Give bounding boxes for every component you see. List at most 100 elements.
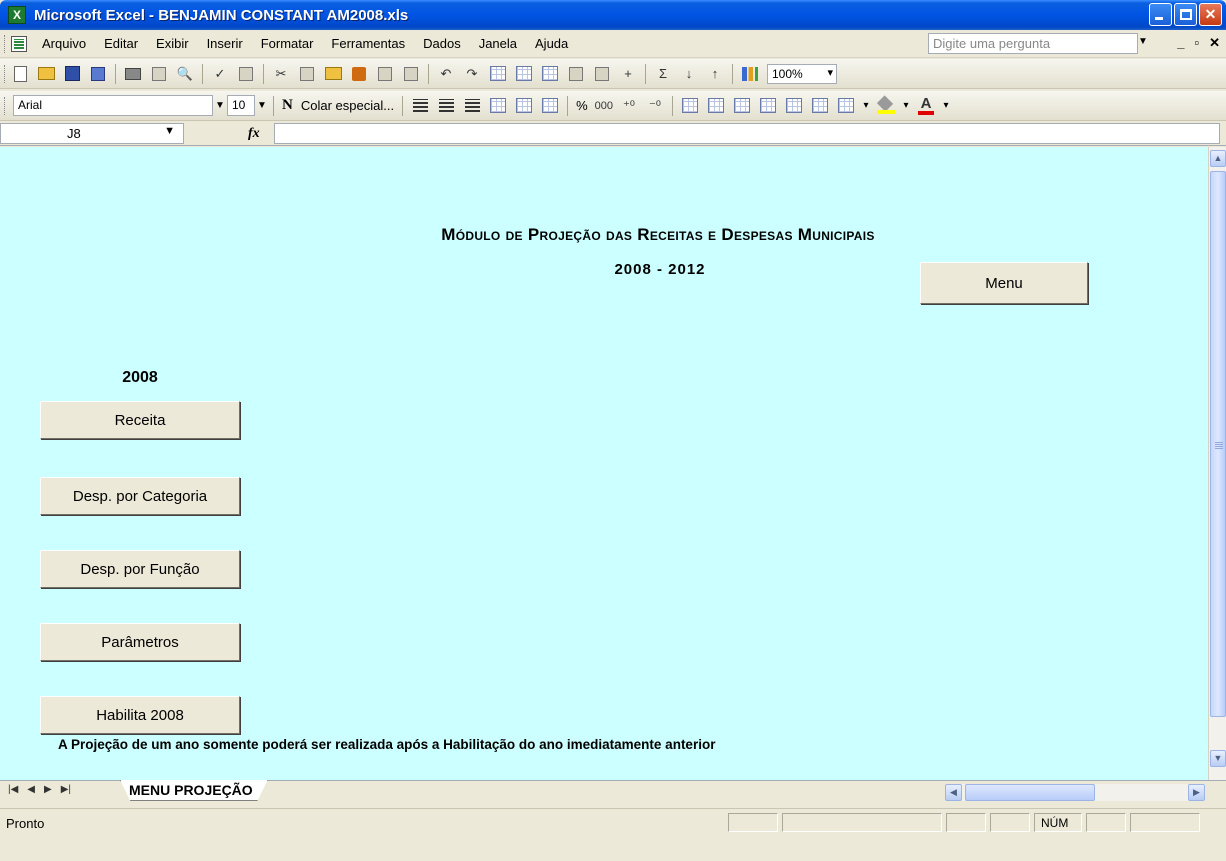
next-sheet-icon[interactable]: ▶: [44, 784, 52, 795]
chevron-down-icon[interactable]: ▾: [939, 95, 953, 116]
name-box[interactable]: J8 ▼: [0, 123, 184, 144]
merge-center-button[interactable]: [514, 96, 534, 116]
help-question-input[interactable]: Digite uma pergunta: [928, 33, 1138, 54]
despesa-funcao-button[interactable]: Desp. por Função: [40, 550, 240, 588]
undo-button[interactable]: ↶: [436, 64, 456, 84]
paste-values-button[interactable]: [375, 64, 395, 84]
doc-close-icon[interactable]: ✕: [1209, 35, 1220, 51]
insert-function-icon[interactable]: fx: [248, 126, 260, 142]
align-right-button[interactable]: [462, 96, 482, 116]
menu-formatar[interactable]: Formatar: [252, 36, 323, 51]
new-button[interactable]: [10, 64, 30, 84]
scroll-up-button[interactable]: ▲: [1210, 150, 1226, 167]
align-center-button[interactable]: [436, 96, 456, 116]
tab-menu-projecao[interactable]: MENU PROJEÇÃO: [120, 780, 268, 801]
format-painter-button[interactable]: [349, 64, 369, 84]
percent-style-button[interactable]: %: [572, 98, 592, 113]
receita-button[interactable]: Receita: [40, 401, 240, 439]
border-button-6[interactable]: [810, 96, 830, 116]
maximize-button[interactable]: [1174, 3, 1197, 26]
chevron-down-icon[interactable]: ▾: [899, 95, 913, 116]
comma-style-button[interactable]: 000: [592, 100, 616, 112]
paste-button[interactable]: [323, 64, 343, 84]
redo-button[interactable]: ↷: [462, 64, 482, 84]
bold-button[interactable]: N: [278, 97, 297, 114]
scroll-thumb[interactable]: [1210, 171, 1226, 717]
sort-descending-button[interactable]: ↑: [705, 64, 725, 84]
calculator-button[interactable]: [592, 64, 612, 84]
zoom-select[interactable]: 100%: [767, 63, 837, 84]
first-sheet-icon[interactable]: |◀: [8, 784, 18, 795]
chart-wizard-button[interactable]: [740, 64, 760, 84]
doc-restore-icon[interactable]: ▫: [1194, 35, 1199, 51]
habilita-2008-button[interactable]: Habilita 2008: [40, 696, 240, 734]
border-button-4[interactable]: [758, 96, 778, 116]
align-left-button[interactable]: [410, 96, 430, 116]
horizontal-scrollbar[interactable]: ◀ ▶: [945, 784, 1205, 801]
autosum-button[interactable]: Σ: [653, 64, 673, 84]
border-button-5[interactable]: [784, 96, 804, 116]
copy-button[interactable]: [297, 64, 317, 84]
font-size-select[interactable]: 10: [227, 95, 255, 116]
merge-cells-button[interactable]: [540, 96, 560, 116]
sort-ascending-button[interactable]: ↓: [679, 64, 699, 84]
menu-ajuda[interactable]: Ajuda: [526, 36, 577, 51]
insert-columns-button[interactable]: [540, 64, 560, 84]
insert-rows-button[interactable]: [514, 64, 534, 84]
menu-dados[interactable]: Dados: [414, 36, 470, 51]
vertical-scrollbar[interactable]: ▲ ▼: [1208, 147, 1226, 780]
print-button[interactable]: [123, 64, 143, 84]
toolbar-grip[interactable]: [4, 64, 7, 83]
menu-editar[interactable]: Editar: [95, 36, 147, 51]
save-button[interactable]: [62, 64, 82, 84]
permission-button[interactable]: [88, 64, 108, 84]
worksheet[interactable]: Módulo de Projeção das Receitas e Despes…: [0, 147, 1208, 780]
menu-inserir[interactable]: Inserir: [198, 36, 252, 51]
border-button-3[interactable]: [732, 96, 752, 116]
font-color-button[interactable]: A: [916, 96, 936, 116]
chevron-down-icon[interactable]: ▼: [164, 125, 175, 137]
chevron-down-icon[interactable]: ▼: [255, 95, 269, 116]
cut-button[interactable]: ✂: [271, 64, 291, 84]
chevron-down-icon[interactable]: ▼: [1138, 36, 1148, 47]
formula-input[interactable]: [273, 123, 1220, 144]
excel-icon[interactable]: X: [8, 6, 26, 24]
doc-minimize-icon[interactable]: _: [1177, 35, 1184, 51]
menu-arquivo[interactable]: Arquivo: [33, 36, 95, 51]
paste-format-button[interactable]: [401, 64, 421, 84]
decrease-decimal-button[interactable]: ⁻⁰: [645, 96, 665, 116]
toolbar-grip[interactable]: [4, 96, 7, 115]
font-select[interactable]: Arial: [13, 95, 213, 116]
horizontal-scroll-thumb[interactable]: [965, 784, 1095, 801]
scroll-down-button[interactable]: ▼: [1210, 750, 1226, 767]
menu-ferramentas[interactable]: Ferramentas: [322, 36, 414, 51]
paste-special-button[interactable]: Colar especial...: [297, 98, 398, 113]
scroll-right-button[interactable]: ▶: [1188, 784, 1205, 801]
menu-exibir[interactable]: Exibir: [147, 36, 198, 51]
minimize-button[interactable]: [1149, 3, 1172, 26]
scroll-left-button[interactable]: ◀: [945, 784, 962, 801]
chevron-down-icon[interactable]: ▼: [213, 95, 227, 116]
workbook-icon[interactable]: [11, 35, 27, 52]
border-button-2[interactable]: [706, 96, 726, 116]
menu-janela[interactable]: Janela: [470, 36, 526, 51]
merge-button[interactable]: [488, 96, 508, 116]
delete-button[interactable]: [566, 64, 586, 84]
borders-dropdown-button[interactable]: [836, 96, 856, 116]
research-book-button[interactable]: [236, 64, 256, 84]
borders-quick-button[interactable]: +: [618, 64, 638, 84]
open-button[interactable]: [36, 64, 56, 84]
border-button-1[interactable]: [680, 96, 700, 116]
toolbar-grip[interactable]: [4, 34, 7, 53]
prev-sheet-icon[interactable]: ◀: [27, 784, 35, 795]
close-button[interactable]: ✕: [1199, 3, 1222, 26]
research-button[interactable]: [149, 64, 169, 84]
insert-cells-button[interactable]: [488, 64, 508, 84]
parametros-button[interactable]: Parâmetros: [40, 623, 240, 661]
last-sheet-icon[interactable]: ▶|: [61, 784, 71, 795]
fill-color-button[interactable]: [876, 96, 896, 116]
chevron-down-icon[interactable]: ▾: [859, 95, 873, 116]
menu-button[interactable]: Menu: [920, 262, 1088, 304]
spelling-button[interactable]: ✓: [210, 64, 230, 84]
despesa-categoria-button[interactable]: Desp. por Categoria: [40, 477, 240, 515]
